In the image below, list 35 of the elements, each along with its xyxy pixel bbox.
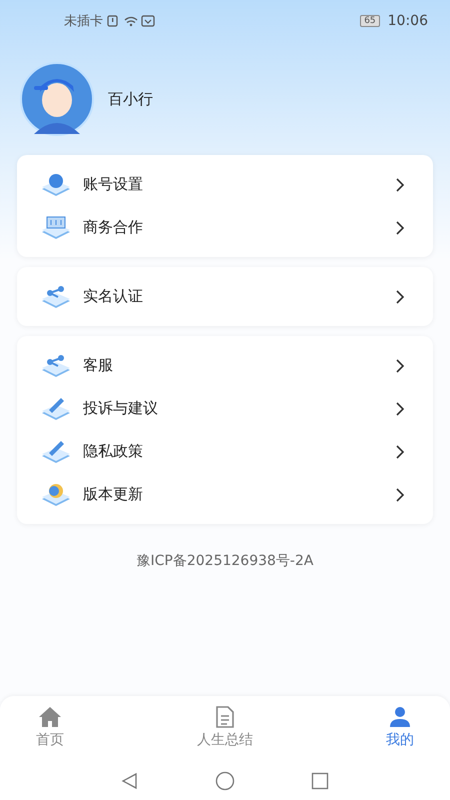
recents-icon[interactable] — [311, 772, 329, 790]
chevron-icon — [396, 402, 405, 416]
clock-time: 10:06 — [388, 13, 428, 29]
menu-item[interactable]: 商务合作 — [17, 206, 433, 249]
nav-tab[interactable]: 首页 — [28, 696, 72, 762]
nodes-tile-icon — [41, 352, 71, 378]
home-icon — [38, 706, 62, 728]
chevron-icon — [396, 488, 405, 502]
chevron-icon — [396, 358, 405, 372]
menu-item[interactable]: 客服 — [17, 344, 433, 387]
menu-item[interactable]: 版本更新 — [17, 473, 433, 516]
document-icon — [213, 706, 237, 728]
nav-tab[interactable]: 人生总结 — [189, 696, 261, 762]
pen-tile-icon — [41, 396, 71, 422]
chevron-icon — [396, 444, 405, 458]
battery-level: 65 — [360, 15, 380, 27]
chevron-icon — [396, 220, 405, 234]
back-icon[interactable] — [121, 772, 139, 790]
badge-tile-icon — [41, 482, 71, 508]
carrier-text: 未插卡 — [64, 13, 103, 30]
status-icons — [107, 15, 157, 27]
home-circle-icon[interactable] — [215, 771, 235, 791]
board-tile-icon — [41, 214, 71, 240]
nav-tab[interactable]: 我的 — [378, 696, 422, 762]
user-name: 百小行 — [108, 90, 153, 108]
icp-number: 豫ICP备2025126938号-2A — [136, 552, 314, 570]
chevron-icon — [396, 178, 405, 192]
menu-item[interactable]: 账号设置 — [17, 163, 433, 206]
chevron-icon — [396, 290, 405, 304]
pen-tile-icon — [41, 438, 71, 464]
menu-item[interactable]: 隐私政策 — [17, 430, 433, 473]
nodes-tile-icon — [41, 284, 71, 310]
person-icon — [388, 706, 412, 728]
menu-item[interactable]: 投诉与建议 — [17, 387, 433, 430]
menu-item[interactable]: 实名认证 — [17, 275, 433, 318]
